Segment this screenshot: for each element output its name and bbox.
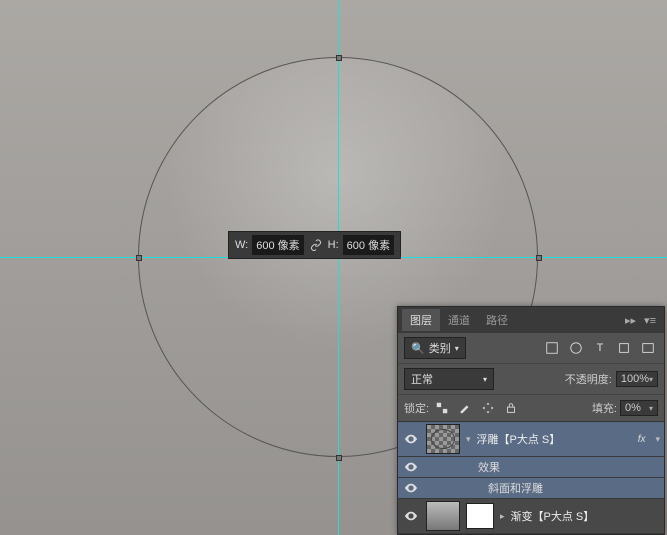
effect-bevel-row[interactable]: 斜面和浮雕: [398, 478, 664, 499]
filter-kind-dropdown[interactable]: 🔍 类别 ▾: [404, 337, 466, 359]
layer-name[interactable]: 浮雕【P大点 S】: [477, 431, 632, 447]
blend-row: 正常 ▾ 不透明度: 100%▾: [398, 364, 664, 395]
expand-icon[interactable]: ▾: [466, 434, 471, 445]
layer-row[interactable]: ▸ 渐变【P大点 S】: [398, 499, 664, 534]
eye-icon[interactable]: [402, 511, 420, 521]
effects-label: 效果: [478, 459, 500, 475]
eye-icon[interactable]: [402, 434, 420, 444]
lock-brush-icon[interactable]: [455, 399, 475, 417]
height-value[interactable]: 600 像素: [343, 235, 394, 255]
anchor-top[interactable]: [336, 55, 342, 61]
search-icon: 🔍: [411, 342, 425, 355]
layers-panel: 图层 通道 路径 ▸▸ ▾≡ 🔍 类别 ▾ T 正常 ▾ 不透明度: 100%▾…: [397, 306, 665, 535]
anchor-bottom[interactable]: [336, 455, 342, 461]
link-icon[interactable]: [308, 238, 324, 252]
chevron-down-icon: ▾: [649, 375, 653, 384]
panel-tabs: 图层 通道 路径 ▸▸ ▾≡: [398, 307, 664, 333]
filter-shape-icon[interactable]: [614, 339, 634, 357]
filter-row: 🔍 类别 ▾ T: [398, 333, 664, 364]
opacity-value[interactable]: 100%▾: [616, 371, 658, 387]
lock-move-icon[interactable]: [478, 399, 498, 417]
lock-row: 锁定: 填充: 0%▾: [398, 395, 664, 422]
lock-all-icon[interactable]: [501, 399, 521, 417]
tab-paths[interactable]: 路径: [478, 309, 516, 331]
effects-row[interactable]: 效果: [398, 457, 664, 478]
filter-smart-icon[interactable]: [638, 339, 658, 357]
filter-kind-label: 类别: [429, 340, 451, 356]
lock-transparent-icon[interactable]: [432, 399, 452, 417]
blend-mode-dropdown[interactable]: 正常 ▾: [404, 368, 494, 390]
opacity-label: 不透明度:: [565, 371, 612, 387]
eye-icon[interactable]: [402, 462, 420, 472]
layer-name[interactable]: 渐变【P大点 S】: [511, 508, 660, 524]
layer-thumbnail[interactable]: [426, 501, 460, 531]
width-value[interactable]: 600 像素: [252, 235, 303, 255]
fill-value[interactable]: 0%▾: [620, 400, 658, 416]
chevron-down-icon: ▾: [483, 375, 487, 384]
transform-readout: W: 600 像素 H: 600 像素: [228, 231, 401, 259]
blend-mode-value: 正常: [411, 371, 433, 387]
filter-adjust-icon[interactable]: [566, 339, 586, 357]
height-label: H:: [328, 239, 339, 251]
tab-layers[interactable]: 图层: [402, 309, 440, 331]
layer-mask-thumbnail[interactable]: [466, 503, 494, 529]
lock-label: 锁定:: [404, 400, 429, 416]
panel-menu-icon[interactable]: ▾≡: [640, 314, 660, 327]
fx-badge[interactable]: fx: [638, 434, 650, 445]
fx-expand-icon[interactable]: ▾: [655, 434, 660, 445]
collapse-icon[interactable]: ▸▸: [621, 314, 640, 327]
layer-thumbnail[interactable]: [426, 424, 460, 454]
tab-channels[interactable]: 通道: [440, 309, 478, 331]
width-label: W:: [235, 239, 248, 251]
expand-icon[interactable]: ▸: [500, 511, 505, 522]
anchor-left[interactable]: [136, 255, 142, 261]
chevron-down-icon: ▾: [455, 344, 459, 353]
effect-bevel-label: 斜面和浮雕: [488, 480, 543, 496]
layer-row[interactable]: ▾ 浮雕【P大点 S】 fx ▾: [398, 422, 664, 457]
chevron-down-icon: ▾: [649, 404, 653, 413]
layers-list: ▾ 浮雕【P大点 S】 fx ▾ 效果 斜面和浮雕 ▸ 渐变【P大点 S】: [398, 422, 664, 534]
filter-pixel-icon[interactable]: [542, 339, 562, 357]
fill-label: 填充:: [592, 400, 617, 416]
filter-type-icon[interactable]: T: [590, 339, 610, 357]
eye-icon[interactable]: [402, 483, 420, 493]
anchor-right[interactable]: [536, 255, 542, 261]
